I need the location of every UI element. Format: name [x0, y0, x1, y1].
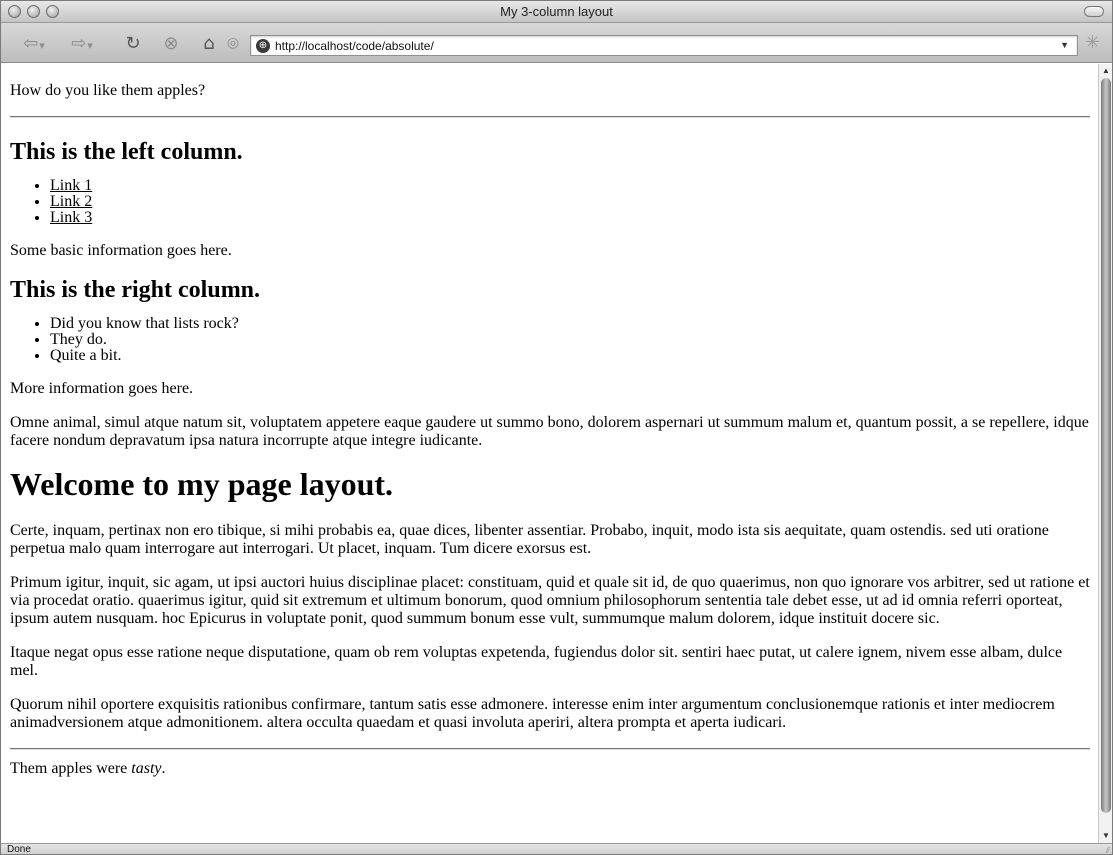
navigation-toolbar: ⇦ ▼ ⇨ ▼ ↻ ⊗ ⌂ ◎ ⊕ http://localhost/code/ab…	[1, 23, 1112, 63]
right-column-info: More information goes here.	[10, 380, 194, 397]
home-icon: ⌂	[203, 32, 215, 54]
bookmark-button[interactable]: ◎	[222, 32, 244, 54]
footer-text: Them apples were tasty.	[10, 760, 1090, 778]
url-history-dropdown-icon[interactable]: ▼	[1060, 40, 1069, 50]
footer-suffix: .	[161, 760, 166, 777]
status-text: Done	[7, 844, 31, 855]
window-title: My 3-column layout	[500, 4, 613, 19]
scroll-up-arrow-icon[interactable]: ▲	[1099, 64, 1112, 78]
address-bar[interactable]: ⊕ http://localhost/code/absolute/ ▼	[250, 35, 1078, 56]
title-bar[interactable]: My 3-column layout	[1, 1, 1112, 23]
list-item: Quite a bit.	[50, 348, 1090, 364]
browser-window: My 3-column layout ⇦ ▼ ⇨ ▼ ↻ ⊗ ⌂ ◎ ⊕ http:…	[0, 0, 1113, 855]
left-column-info: Some basic information goes here.	[10, 242, 232, 259]
list-item: Link 2	[50, 194, 1090, 210]
circle-icon: ◎	[226, 35, 240, 51]
right-column-list: Did you know that lists rock? They do. Q…	[50, 316, 1090, 364]
list-item: Link 1	[50, 178, 1090, 194]
list-item: Link 3	[50, 210, 1090, 226]
right-column-heading: This is the right column.	[10, 277, 261, 303]
page-content: How do you like them apples? This is the…	[1, 64, 1098, 778]
list-item: They do.	[50, 332, 1090, 348]
top-divider	[10, 116, 1090, 118]
footer-emphasis: tasty	[131, 760, 162, 777]
forward-dropdown-icon[interactable]: ▼	[87, 42, 92, 50]
forward-button[interactable]: ⇨ ▼	[65, 32, 99, 54]
reload-button[interactable]: ↻	[121, 32, 145, 54]
back-arrow-icon: ⇦	[23, 32, 39, 54]
vertical-scrollbar[interactable]: ▲ ▼	[1098, 64, 1112, 843]
scroll-down-arrow-icon[interactable]: ▼	[1099, 829, 1112, 843]
activity-spinner-icon: ✳	[1084, 32, 1100, 52]
body-paragraph: Certe, inquam, pertinax non ero tibique,…	[10, 522, 1049, 557]
body-paragraph: Primum igitur, inquit, sic agam, ut ipsi…	[10, 574, 1090, 627]
link-1[interactable]: Link 1	[50, 177, 92, 194]
bottom-divider	[10, 748, 1090, 750]
forward-arrow-icon: ⇨	[71, 32, 87, 54]
back-dropdown-icon[interactable]: ▼	[39, 42, 44, 50]
link-2[interactable]: Link 2	[50, 193, 92, 210]
omne-paragraph: Omne animal, simul atque natum sit, volu…	[10, 414, 1089, 449]
stop-button[interactable]: ⊗	[159, 32, 183, 54]
left-column-links: Link 1 Link 2 Link 3	[50, 178, 1090, 226]
main-heading: Welcome to my page layout.	[10, 466, 394, 502]
url-text[interactable]: http://localhost/code/absolute/	[275, 39, 434, 53]
status-bar: Done ⫽	[1, 843, 1112, 855]
link-3[interactable]: Link 3	[50, 209, 92, 226]
toolbar-toggle-button[interactable]	[1084, 6, 1104, 17]
footer-prefix: Them apples were	[10, 760, 132, 777]
intro-text: How do you like them apples?	[10, 82, 206, 99]
resize-grip-icon[interactable]: ⫽	[1106, 845, 1110, 854]
left-column-heading: This is the left column.	[10, 139, 243, 165]
back-button[interactable]: ⇦ ▼	[17, 32, 51, 54]
site-globe-icon: ⊕	[256, 38, 270, 53]
stop-icon: ⊗	[163, 32, 179, 54]
home-button[interactable]: ⌂	[197, 32, 221, 54]
body-paragraph: Itaque negat opus esse ratione neque dis…	[10, 644, 1063, 679]
list-item: Did you know that lists rock?	[50, 316, 1090, 332]
scrollbar-thumb[interactable]	[1101, 78, 1111, 813]
page-viewport: How do you like them apples? This is the…	[1, 64, 1098, 843]
body-paragraph: Quorum nihil oportere exquisitis rationi…	[10, 696, 1055, 731]
reload-icon: ↻	[125, 32, 141, 54]
